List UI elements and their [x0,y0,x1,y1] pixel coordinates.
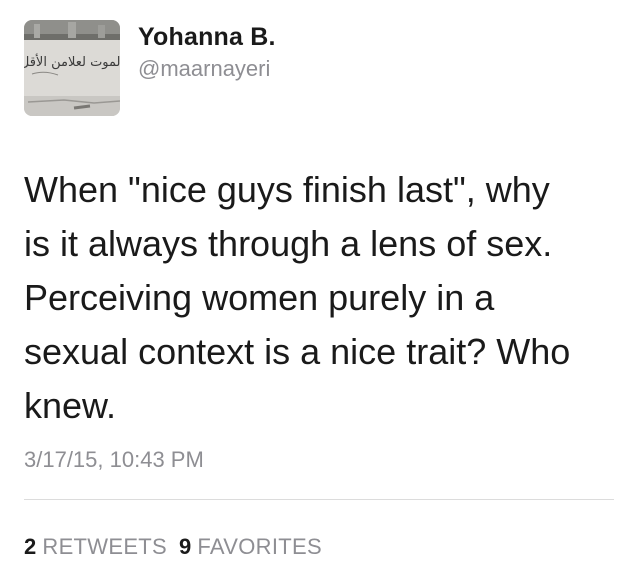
tweet-stats: 2 RETWEETS 9 FAVORITES [24,534,334,560]
retweets-label: RETWEETS [42,534,167,559]
avatar-image: الموت لعلامن الأقل [24,20,120,116]
favorites-stat[interactable]: 9 FAVORITES [179,534,322,560]
avatar-graffiti-text: الموت لعلامن الأقل [24,53,120,70]
retweets-stat[interactable]: 2 RETWEETS [24,534,167,560]
user-handle[interactable]: @maarnayeri [138,56,270,82]
tweet-text: When "nice guys finish last", why is it … [24,169,571,426]
tweet-detail: الموت لعلامن الأقل Yohanna B. @maarnayer… [0,0,624,578]
retweets-count: 2 [24,534,37,559]
favorites-count: 9 [179,534,192,559]
display-name[interactable]: Yohanna B. [138,23,276,52]
favorites-label: FAVORITES [197,534,322,559]
avatar[interactable]: الموت لعلامن الأقل [24,20,120,116]
divider [24,499,614,500]
tweet-timestamp: 3/17/15, 10:43 PM [24,447,204,472]
